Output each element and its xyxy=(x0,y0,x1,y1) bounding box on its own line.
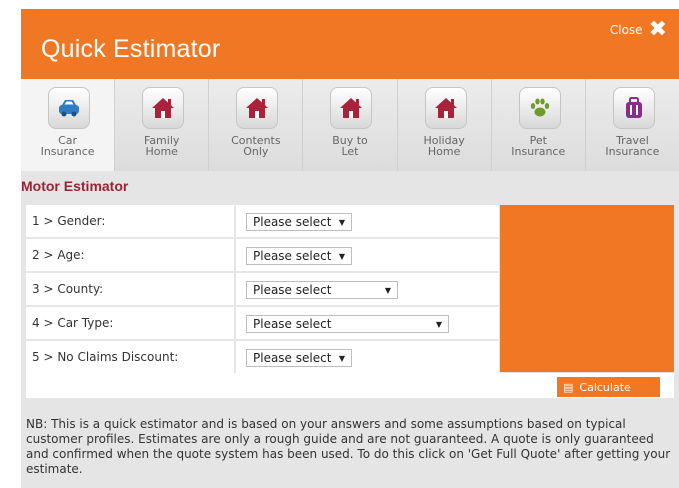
tab-label: Buy to Let xyxy=(332,134,368,158)
form-row-car-type: 4 > Car Type: Please select ▼ xyxy=(26,307,499,341)
estimator-header: Quick Estimator Close ✖ xyxy=(21,9,679,79)
chevron-down-icon: ▼ xyxy=(338,353,345,363)
tab-travel-insurance[interactable]: Travel Insurance xyxy=(585,79,679,171)
page-title: Quick Estimator xyxy=(41,35,221,63)
car-icon xyxy=(48,87,90,129)
form-row-age: 2 > Age: Please select ▼ xyxy=(26,239,499,273)
house-icon xyxy=(330,87,373,129)
form-row-gender: 1 > Gender: Please select ▼ xyxy=(26,205,499,239)
chevron-down-icon: ▼ xyxy=(338,217,345,227)
calculate-label: Calculate xyxy=(579,380,631,394)
house-icon xyxy=(424,87,467,129)
tab-label: Contents Only xyxy=(231,134,281,158)
select-value: Please select xyxy=(253,249,332,263)
tab-label: Car Insurance xyxy=(40,134,95,158)
estimator-form: 1 > Gender: Please select ▼ 2 > Age: Ple… xyxy=(26,205,499,373)
calculate-button[interactable]: ▤ Calculate xyxy=(557,377,660,397)
age-select[interactable]: Please select ▼ xyxy=(246,247,352,265)
luggage-icon xyxy=(612,87,655,129)
tab-car-insurance[interactable]: Car Insurance xyxy=(21,79,116,171)
tab-label: Family Home xyxy=(144,134,180,158)
paw-icon xyxy=(518,87,561,129)
car-type-select[interactable]: Please select ▼ xyxy=(246,315,449,333)
tab-contents-only[interactable]: Contents Only xyxy=(209,79,304,171)
close-label: Close xyxy=(609,23,643,37)
tab-label: Holiday Home xyxy=(423,134,465,158)
house-icon xyxy=(236,87,279,129)
tab-family-home[interactable]: Family Home xyxy=(115,79,210,171)
tab-pet-insurance[interactable]: Pet Insurance xyxy=(491,79,586,171)
field-label: 3 > County: xyxy=(26,273,236,305)
gender-select[interactable]: Please select ▼ xyxy=(246,213,352,231)
tab-holiday-home[interactable]: Holiday Home xyxy=(397,79,492,171)
select-value: Please select xyxy=(253,283,332,297)
section-title: Motor Estimator xyxy=(21,178,129,194)
field-label: 1 > Gender: xyxy=(26,205,236,237)
estimate-result-panel xyxy=(500,205,674,372)
form-row-no-claims: 5 > No Claims Discount: Please select ▼ xyxy=(26,341,499,373)
chevron-down-icon: ▼ xyxy=(435,319,442,329)
calculator-icon: ▤ xyxy=(563,380,574,394)
close-button[interactable]: Close ✖ xyxy=(609,17,667,42)
no-claims-select[interactable]: Please select ▼ xyxy=(246,349,352,367)
insurance-tabs: Car Insurance Family Home Contents Only xyxy=(21,79,679,171)
close-icon: ✖ xyxy=(648,17,667,42)
select-value: Please select xyxy=(253,351,332,365)
form-row-county: 3 > County: Please select ▼ xyxy=(26,273,499,307)
select-value: Please select xyxy=(253,215,332,229)
select-value: Please select xyxy=(253,317,332,331)
field-label: 5 > No Claims Discount: xyxy=(26,341,236,373)
house-icon xyxy=(142,87,185,129)
tab-label: Travel Insurance xyxy=(605,134,660,158)
disclaimer-note: NB: This is a quick estimator and is bas… xyxy=(26,417,671,476)
field-label: 2 > Age: xyxy=(26,239,236,271)
tab-buy-to-let[interactable]: Buy to Let xyxy=(303,79,398,171)
chevron-down-icon: ▼ xyxy=(384,285,391,295)
county-select[interactable]: Please select ▼ xyxy=(246,281,398,299)
chevron-down-icon: ▼ xyxy=(338,251,345,261)
field-label: 4 > Car Type: xyxy=(26,307,236,339)
tab-label: Pet Insurance xyxy=(511,134,566,158)
